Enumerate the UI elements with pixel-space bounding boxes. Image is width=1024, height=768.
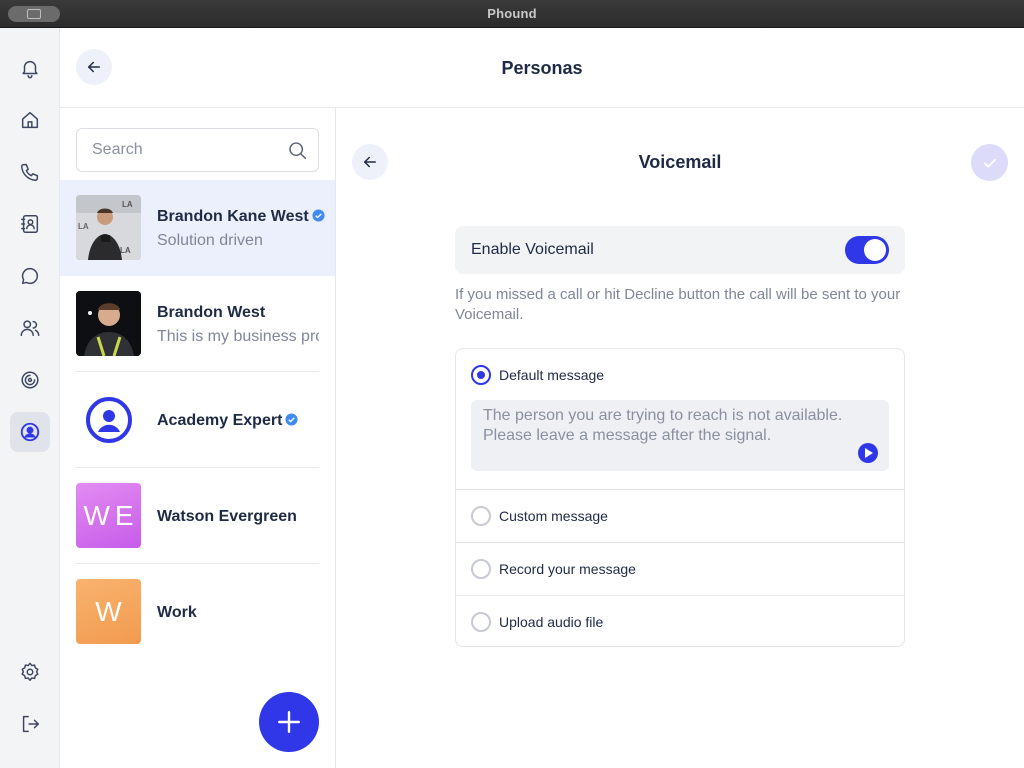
rail-contacts[interactable]: [10, 204, 50, 244]
search-input[interactable]: [77, 129, 277, 171]
window-title: Phound: [487, 6, 537, 21]
phone-icon: [21, 163, 39, 181]
avatar-initials: WE: [83, 499, 139, 531]
avatar-initials: W: [95, 595, 122, 627]
page-header: Personas: [60, 28, 1024, 108]
persona-name: Academy Expert: [157, 412, 283, 429]
persona-name: Brandon Kane West: [157, 208, 309, 225]
persona-row-academy-expert[interactable]: Academy Expert: [60, 372, 335, 468]
plus-icon: [278, 711, 300, 733]
save-button[interactable]: [971, 144, 1008, 181]
avatar: [76, 291, 141, 356]
home-icon: [21, 111, 39, 129]
phound-logo-icon: [21, 371, 39, 389]
search-icon[interactable]: [287, 140, 308, 161]
option-label: Record your message: [499, 561, 636, 577]
rail-phound[interactable]: [10, 360, 50, 400]
persona-row-brandon-kane-west[interactable]: LA LA LA Brandon Kane West Solution driv…: [60, 180, 335, 276]
persona-name: Watson Evergreen: [157, 508, 297, 525]
radio-button[interactable]: [471, 506, 491, 526]
radio-button[interactable]: [471, 365, 491, 385]
persona-row-work[interactable]: W Work: [60, 564, 335, 660]
svg-text:LA: LA: [120, 246, 131, 255]
option-upload-audio[interactable]: Upload audio file: [456, 595, 904, 648]
voicemail-panel: Voicemail Enable Voicemail If you missed…: [336, 108, 1024, 768]
panel-title: Voicemail: [638, 152, 722, 172]
message-options: Default message The person you are tryin…: [455, 348, 905, 647]
play-button[interactable]: [858, 443, 878, 463]
persona-icon: [20, 422, 40, 442]
nav-rail: [0, 28, 60, 768]
option-label: Custom message: [499, 508, 608, 524]
rail-notifications[interactable]: [10, 48, 50, 88]
persona-subtitle: Solution driven: [157, 232, 263, 249]
avatar: W: [76, 579, 141, 644]
verified-badge-icon: [312, 209, 325, 222]
contacts-icon: [21, 215, 39, 233]
rail-people[interactable]: [10, 308, 50, 348]
academy-logo-icon: [85, 396, 132, 443]
option-label: Upload audio file: [499, 614, 604, 630]
title-bar: Phound: [0, 0, 1024, 28]
people-icon: [20, 320, 40, 337]
rail-logout[interactable]: [10, 704, 50, 744]
bell-icon: [22, 60, 38, 79]
toggle-knob: [864, 239, 886, 261]
option-label: Default message: [499, 367, 605, 383]
rail-personas[interactable]: [10, 412, 50, 452]
rail-chat[interactable]: [10, 256, 50, 296]
voicemail-hint: If you missed a call or hit Decline butt…: [455, 286, 901, 323]
radio-button[interactable]: [471, 612, 491, 632]
default-message-box: The person you are trying to reach is no…: [471, 400, 889, 471]
page-title: Personas: [501, 58, 583, 78]
add-persona-button[interactable]: [259, 692, 319, 752]
avatar: WE: [76, 483, 141, 548]
avatar-photo: [76, 291, 141, 356]
avatar: LA LA LA: [76, 195, 141, 260]
avatar: [76, 387, 141, 452]
rail-settings[interactable]: [10, 652, 50, 692]
search-box: [76, 128, 319, 172]
radio-button[interactable]: [471, 559, 491, 579]
default-message-text: The person you are trying to reach is no…: [483, 407, 843, 444]
enable-voicemail-row: Enable Voicemail: [455, 226, 905, 274]
option-record-message[interactable]: Record your message: [456, 542, 904, 595]
logout-icon: [22, 715, 39, 733]
persona-row-brandon-west[interactable]: Brandon West This is my business profile: [60, 276, 335, 372]
voicemail-toggle[interactable]: [845, 236, 889, 264]
gear-icon: [21, 662, 39, 681]
avatar-photo: LA LA LA: [76, 195, 141, 260]
svg-text:LA: LA: [122, 200, 133, 209]
persona-name: Brandon West: [157, 304, 266, 321]
verified-badge-icon: [285, 413, 298, 426]
persona-subtitle: This is my business profile: [157, 328, 319, 345]
check-icon: [983, 158, 996, 168]
enable-voicemail-label: Enable Voicemail: [471, 241, 594, 258]
option-custom-message[interactable]: Custom message: [456, 489, 904, 542]
persona-name: Work: [157, 604, 197, 621]
persona-list: LA LA LA Brandon Kane West Solution driv…: [60, 108, 336, 768]
persona-row-watson-evergreen[interactable]: WE Watson Evergreen: [60, 468, 335, 564]
svg-text:LA: LA: [78, 222, 89, 231]
rail-home[interactable]: [10, 100, 50, 140]
rail-calls[interactable]: [10, 152, 50, 192]
option-default-message[interactable]: Default message The person you are tryin…: [456, 349, 904, 489]
chat-icon: [21, 267, 38, 285]
